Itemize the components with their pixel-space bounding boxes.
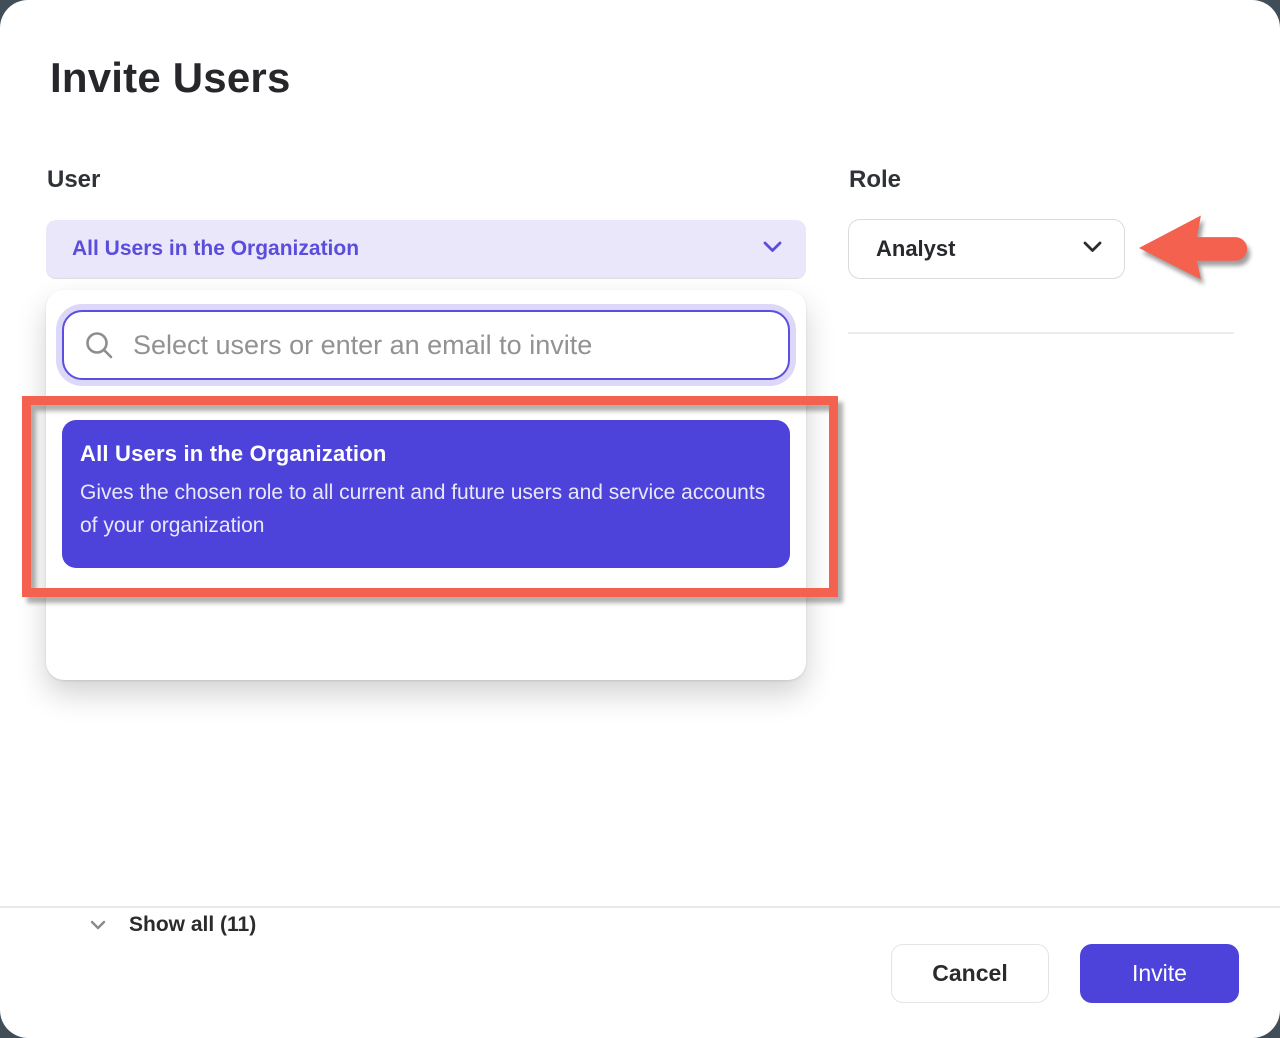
footer-divider: [0, 906, 1280, 908]
option-all-users[interactable]: All Users in the Organization Gives the …: [62, 420, 790, 568]
invite-button[interactable]: Invite: [1080, 944, 1239, 1003]
role-select[interactable]: Analyst: [848, 219, 1125, 279]
role-field-label: Role: [849, 166, 901, 194]
chevron-down-icon: [90, 920, 106, 930]
user-search-box[interactable]: [62, 310, 790, 380]
user-select[interactable]: All Users in the Organization: [46, 220, 806, 278]
search-icon: [84, 330, 115, 361]
show-all-label: Show all (11): [129, 913, 256, 937]
role-select-value: Analyst: [876, 236, 1083, 262]
option-description: Gives the chosen role to all current and…: [80, 476, 770, 542]
invite-users-dialog: Invite Users User Role All Users in the …: [0, 0, 1280, 1038]
chevron-down-icon: [763, 240, 782, 258]
user-select-value: All Users in the Organization: [72, 237, 763, 261]
red-arrow-annotation: [1136, 206, 1254, 286]
user-field-label: User: [47, 166, 100, 194]
page-title: Invite Users: [50, 54, 291, 102]
chevron-down-icon: [1083, 240, 1102, 258]
show-all-toggle[interactable]: Show all (11): [62, 903, 790, 947]
user-dropdown-panel: All Users in the Organization Gives the …: [46, 290, 806, 680]
option-title: All Users in the Organization: [80, 441, 772, 467]
cancel-button[interactable]: Cancel: [891, 944, 1049, 1003]
form-divider: [848, 332, 1234, 334]
user-search-input[interactable]: [131, 329, 768, 362]
